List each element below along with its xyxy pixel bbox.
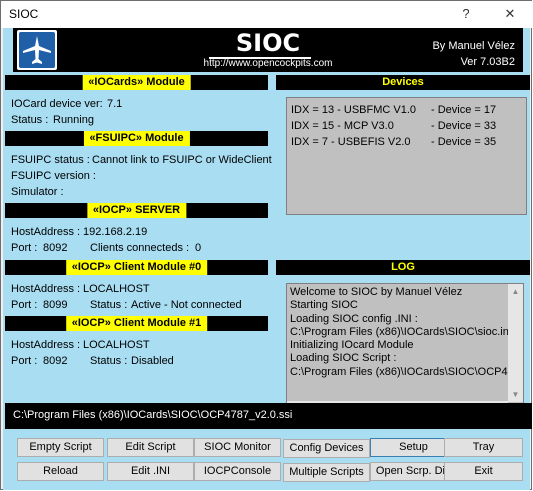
- devices-list[interactable]: IDX = 13 - USBFMC V1.0 - Device = 17 IDX …: [286, 97, 527, 215]
- sioc-window: SIOC ? ✕ SIOC http://www.opencockpits.co…: [0, 0, 532, 490]
- log-lines: Welcome to SIOC by Manuel Vélez Starting…: [290, 286, 508, 379]
- fsuipc-heading: «FSUIPC» Module: [83, 131, 190, 146]
- client1-port-label: Port :: [11, 355, 38, 367]
- header-banner: SIOC http://www.opencockpits.com By Manu…: [13, 28, 523, 72]
- client0-status-label: Status :: [90, 299, 128, 311]
- scroll-up-icon[interactable]: ▲: [508, 284, 523, 299]
- client0-host-label: HostAddress :: [11, 283, 81, 295]
- edit-script-button[interactable]: Edit Script: [107, 438, 194, 457]
- log-line: Initializing IOcard Module: [290, 339, 414, 352]
- server-port-label: Port :: [11, 242, 38, 254]
- client1-heading: «IOCP» Client Module #1: [65, 316, 208, 331]
- device-row[interactable]: IDX = 7 - USBEFIS V2.0 - Device = 35: [291, 134, 524, 150]
- reload-button[interactable]: Reload: [17, 462, 104, 481]
- client1-host-label: HostAddress :: [11, 339, 81, 351]
- log-line: Welcome to SIOC by Manuel Vélez: [290, 286, 463, 298]
- close-button[interactable]: ✕: [488, 1, 532, 27]
- client0-host-value: LOCALHOST: [83, 283, 150, 295]
- author-label: By Manuel Vélez: [432, 40, 515, 52]
- log-textbox[interactable]: Welcome to SIOC by Manuel Vélez Starting…: [286, 283, 524, 417]
- fsuipc-status-label: FSUIPC status :: [11, 154, 90, 166]
- client0-heading: «IOCP» Client Module #0: [65, 260, 208, 275]
- empty-script-button[interactable]: Empty Script: [17, 438, 104, 457]
- client1-section-header: «IOCP» Client Module #1: [5, 316, 268, 331]
- main-panel: SIOC http://www.opencockpits.com By Manu…: [3, 28, 532, 490]
- device-number: - Device = 35: [431, 136, 497, 148]
- log-line: C:\Program Files (x86)\IOCards\SIOC\OCP4…: [290, 365, 508, 378]
- scroll-down-icon[interactable]: ▼: [508, 387, 523, 402]
- window-title: SIOC: [9, 7, 39, 21]
- log-line: Loading SIOC Script :: [290, 352, 397, 365]
- log-line: Loading SIOC config .INI :: [290, 312, 418, 325]
- iocard-device-ver-value: 7.1: [107, 98, 123, 110]
- script-path-bar: C:\Program Files (x86)\IOCards\SIOC\OCP4…: [5, 403, 532, 429]
- sioc-monitor-button[interactable]: SIOC Monitor: [194, 438, 281, 457]
- multiple-scripts-button[interactable]: Multiple Scripts: [283, 463, 370, 482]
- clients-connected-value: 0: [195, 242, 202, 254]
- server-host-value: 192.168.2.19: [83, 226, 148, 238]
- server-port-value: 8092: [43, 242, 68, 254]
- client1-status-label: Status :: [90, 355, 128, 367]
- clients-connected-label: Clients connecteds :: [90, 242, 190, 254]
- client0-section-header: «IOCP» Client Module #0: [5, 260, 268, 275]
- iocard-status-label: Status :: [11, 114, 49, 126]
- devices-section-header: Devices: [276, 75, 530, 90]
- client1-status-value: Disabled: [131, 355, 174, 367]
- log-section-header: LOG: [276, 260, 530, 275]
- log-line: Starting SIOC: [290, 299, 358, 312]
- client0-port-label: Port :: [11, 299, 38, 311]
- client1-port-value: 8092: [43, 355, 68, 367]
- fsuipc-status-value: Cannot link to FSUIPC or WideClient: [92, 154, 272, 166]
- iocards-heading: «IOCards» Module: [82, 75, 191, 90]
- script-path: C:\Program Files (x86)\IOCards\SIOC\OCP4…: [13, 409, 293, 421]
- tray-button[interactable]: Tray: [444, 438, 523, 457]
- edit-ini-button[interactable]: Edit .INI: [107, 462, 194, 481]
- log-vertical-scrollbar[interactable]: ▲ ▼: [508, 284, 523, 402]
- config-devices-button[interactable]: Config Devices: [283, 439, 370, 458]
- version-label: Ver 7.03B2: [460, 56, 515, 68]
- client0-status-value: Active - Not connected: [131, 299, 242, 311]
- fsuipc-version-label: FSUIPC version :: [11, 170, 96, 182]
- device-row[interactable]: IDX = 15 - MCP V3.0 - Device = 33: [291, 118, 524, 134]
- simulator-label: Simulator :: [11, 186, 64, 198]
- server-host-label: HostAddress :: [11, 226, 81, 238]
- device-idx: IDX = 7 - USBEFIS V2.0: [291, 136, 411, 148]
- help-button[interactable]: ?: [444, 1, 488, 27]
- client0-port-value: 8099: [43, 299, 68, 311]
- device-idx: IDX = 13 - USBFMC V1.0: [291, 104, 417, 116]
- title-bar[interactable]: SIOC ? ✕: [1, 1, 532, 28]
- devices-heading: Devices: [382, 76, 424, 88]
- iocards-section-header: «IOCards» Module: [5, 75, 268, 90]
- log-line: C:\Program Files (x86)\IOCards\SIOC\sioc…: [290, 325, 508, 338]
- fsuipc-section-header: «FSUIPC» Module: [5, 131, 268, 146]
- device-idx: IDX = 15 - MCP V3.0: [291, 120, 394, 132]
- iocp-server-heading: «IOCP» SERVER: [86, 203, 187, 218]
- iocp-server-section-header: «IOCP» SERVER: [5, 203, 268, 218]
- client1-host-value: LOCALHOST: [83, 339, 150, 351]
- device-number: - Device = 33: [431, 120, 497, 132]
- iocp-console-button[interactable]: IOCPConsole: [194, 462, 281, 481]
- exit-button[interactable]: Exit: [444, 462, 523, 481]
- device-row[interactable]: IDX = 13 - USBFMC V1.0 - Device = 17: [291, 102, 524, 118]
- device-number: - Device = 17: [431, 104, 497, 116]
- app-url: http://www.opencockpits.com: [203, 58, 333, 69]
- iocard-status-value: Running: [53, 114, 94, 126]
- iocard-device-ver-label: IOCard device ver:: [11, 98, 103, 110]
- log-heading: LOG: [391, 261, 415, 273]
